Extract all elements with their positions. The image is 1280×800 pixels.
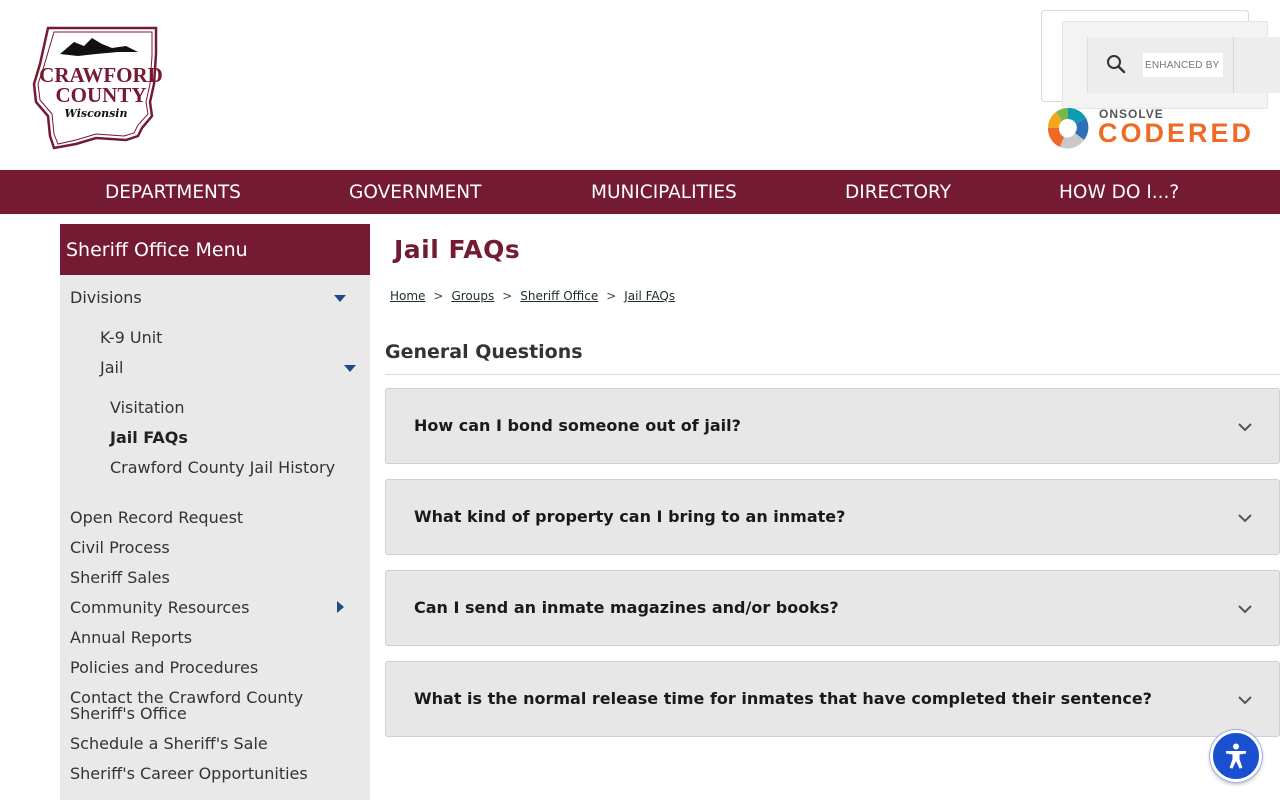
sidebar-item-divisions[interactable]: Divisions xyxy=(70,289,142,307)
section-title: General Questions xyxy=(385,341,583,363)
chevron-down-icon xyxy=(1238,605,1252,614)
breadcrumb-sep: > xyxy=(502,289,513,303)
sidebar-item-jail[interactable]: Jail xyxy=(100,359,123,377)
nav-departments[interactable]: DEPARTMENTS xyxy=(105,170,241,214)
chevron-down-icon xyxy=(1238,696,1252,705)
breadcrumb-sep: > xyxy=(606,289,617,303)
county-logo[interactable]: CRAWFORD COUNTY Wisconsin xyxy=(26,24,176,152)
section-divider xyxy=(385,374,1280,375)
search-icon[interactable] xyxy=(1104,52,1128,76)
sidebar-item-visitation[interactable]: Visitation xyxy=(110,399,185,417)
search-input[interactable] xyxy=(1143,53,1223,77)
page-title: Jail FAQs xyxy=(394,235,521,264)
caret-right-icon[interactable] xyxy=(337,601,344,613)
accessibility-button[interactable] xyxy=(1210,730,1262,782)
breadcrumb-current[interactable]: Jail FAQs xyxy=(624,289,675,303)
sidebar-title: Sheriff Office Menu xyxy=(60,224,370,275)
chevron-down-icon xyxy=(1238,423,1252,432)
sidebar-item-civil-process[interactable]: Civil Process xyxy=(70,539,170,557)
breadcrumb: Home > Groups > Sheriff Office > Jail FA… xyxy=(390,289,675,303)
caret-down-icon[interactable] xyxy=(334,295,346,302)
sidebar-item-contact-line2[interactable]: Sheriff's Office xyxy=(70,705,187,723)
nav-how-do-i[interactable]: HOW DO I...? xyxy=(1059,170,1179,214)
sidebar-item-k9[interactable]: K-9 Unit xyxy=(100,329,162,347)
codered-product: CODERED xyxy=(1098,118,1255,148)
sidebar-item-community-resources[interactable]: Community Resources xyxy=(70,599,249,617)
sidebar-item-policies[interactable]: Policies and Procedures xyxy=(70,659,258,677)
nav-directory[interactable]: DIRECTORY xyxy=(845,170,951,214)
main-nav: DEPARTMENTS GOVERNMENT MUNICIPALITIES DI… xyxy=(0,170,1280,214)
codered-banner[interactable]: ONSOLVE CODERED xyxy=(1046,104,1256,150)
logo-line3: Wisconsin xyxy=(65,107,128,120)
faq-item[interactable]: Can I send an inmate magazines and/or bo… xyxy=(385,570,1280,646)
logo-line2: COUNTY xyxy=(55,83,146,107)
accessibility-icon xyxy=(1226,743,1246,769)
sidebar-item-sheriff-sales[interactable]: Sheriff Sales xyxy=(70,569,170,587)
sidebar-item-jail-history[interactable]: Crawford County Jail History xyxy=(110,459,335,477)
faq-item[interactable]: What is the normal release time for inma… xyxy=(385,661,1280,737)
faq-item[interactable]: What kind of property can I bring to an … xyxy=(385,479,1280,555)
search-divider xyxy=(1233,37,1234,93)
sidebar-item-jail-faqs[interactable]: Jail FAQs xyxy=(110,429,188,447)
sidebar-item-schedule-sale[interactable]: Schedule a Sheriff's Sale xyxy=(70,735,268,753)
breadcrumb-sheriff[interactable]: Sheriff Office xyxy=(520,289,598,303)
caret-down-icon[interactable] xyxy=(344,365,356,372)
chevron-down-icon xyxy=(1238,514,1252,523)
sidebar-item-careers[interactable]: Sheriff's Career Opportunities xyxy=(70,765,308,783)
sidebar-item-open-record[interactable]: Open Record Request xyxy=(70,509,243,527)
breadcrumb-home[interactable]: Home xyxy=(390,289,425,303)
nav-municipalities[interactable]: MUNICIPALITIES xyxy=(591,170,737,214)
breadcrumb-sep: > xyxy=(433,289,444,303)
faq-question: What kind of property can I bring to an … xyxy=(414,507,846,526)
faq-item[interactable]: How can I bond someone out of jail? xyxy=(385,388,1280,464)
county-logo-graphic: CRAWFORD COUNTY Wisconsin xyxy=(32,26,163,150)
faq-question: What is the normal release time for inma… xyxy=(414,689,1152,708)
breadcrumb-groups[interactable]: Groups xyxy=(451,289,494,303)
faq-question: How can I bond someone out of jail? xyxy=(414,416,741,435)
codered-ring-icon xyxy=(1047,107,1089,149)
nav-government[interactable]: GOVERNMENT xyxy=(349,170,481,214)
faq-question: Can I send an inmate magazines and/or bo… xyxy=(414,598,839,617)
sidebar-item-annual-reports[interactable]: Annual Reports xyxy=(70,629,192,647)
